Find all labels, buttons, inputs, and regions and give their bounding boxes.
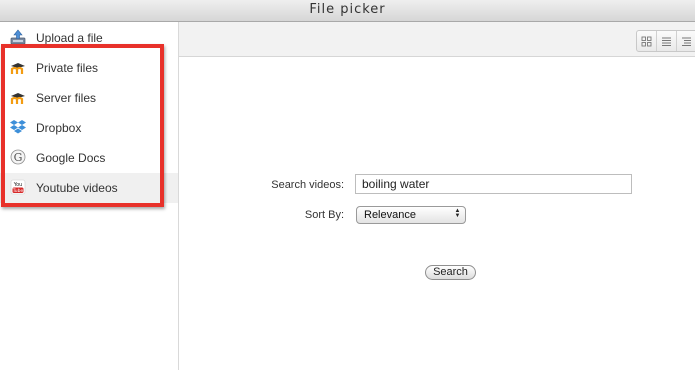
- grid-view-button[interactable]: [637, 31, 657, 51]
- dropbox-icon: [10, 120, 26, 134]
- svg-text:G: G: [14, 151, 23, 164]
- sidebar-item-label: Upload a file: [36, 31, 103, 45]
- svg-text:Tube: Tube: [12, 188, 24, 194]
- upload-icon: [10, 29, 26, 45]
- window-title: File picker: [309, 2, 386, 17]
- sidebar-item-youtube[interactable]: You Tube Youtube videos: [0, 173, 178, 203]
- sidebar-item-label: Dropbox: [36, 121, 82, 135]
- sidebar-item-label: Server files: [36, 91, 97, 105]
- youtube-icon: You Tube: [10, 179, 26, 195]
- list-view-button[interactable]: [657, 31, 677, 51]
- sidebar-item-upload[interactable]: Upload a file: [0, 23, 178, 53]
- select-arrows-icon: ▲ ▼: [454, 208, 461, 219]
- google-icon: G: [10, 149, 26, 165]
- sidebar-item-label: Youtube videos: [36, 181, 118, 195]
- toolbar: [179, 22, 695, 57]
- search-button[interactable]: Search: [425, 265, 476, 280]
- sort-by-label: Sort By:: [304, 209, 344, 221]
- sort-by-select[interactable]: Relevance ▲ ▼: [356, 206, 466, 224]
- window-titlebar: File picker: [0, 0, 695, 22]
- view-mode-switcher: [636, 30, 695, 52]
- sidebar-item-google-docs[interactable]: G Google Docs: [0, 143, 178, 173]
- sort-by-selected-value: Relevance: [364, 209, 416, 221]
- sidebar-item-label: Google Docs: [36, 151, 106, 165]
- moodle-icon: [10, 93, 25, 104]
- sidebar-item-label: Private files: [36, 61, 99, 75]
- svg-text:You: You: [13, 182, 23, 188]
- search-videos-input[interactable]: [355, 174, 632, 194]
- list-view-icon: [662, 37, 671, 46]
- moodle-icon: [10, 63, 25, 74]
- tree-view-button[interactable]: [677, 31, 695, 51]
- grid-view-icon: [641, 36, 652, 46]
- sidebar-item-dropbox[interactable]: Dropbox: [0, 113, 178, 143]
- repository-sidebar: Upload a file Private files Server files…: [0, 22, 179, 370]
- search-videos-label: Search videos:: [271, 179, 344, 191]
- tree-view-icon: [682, 37, 691, 46]
- sidebar-item-private-files[interactable]: Private files: [0, 53, 178, 83]
- sidebar-item-server-files[interactable]: Server files: [0, 83, 178, 113]
